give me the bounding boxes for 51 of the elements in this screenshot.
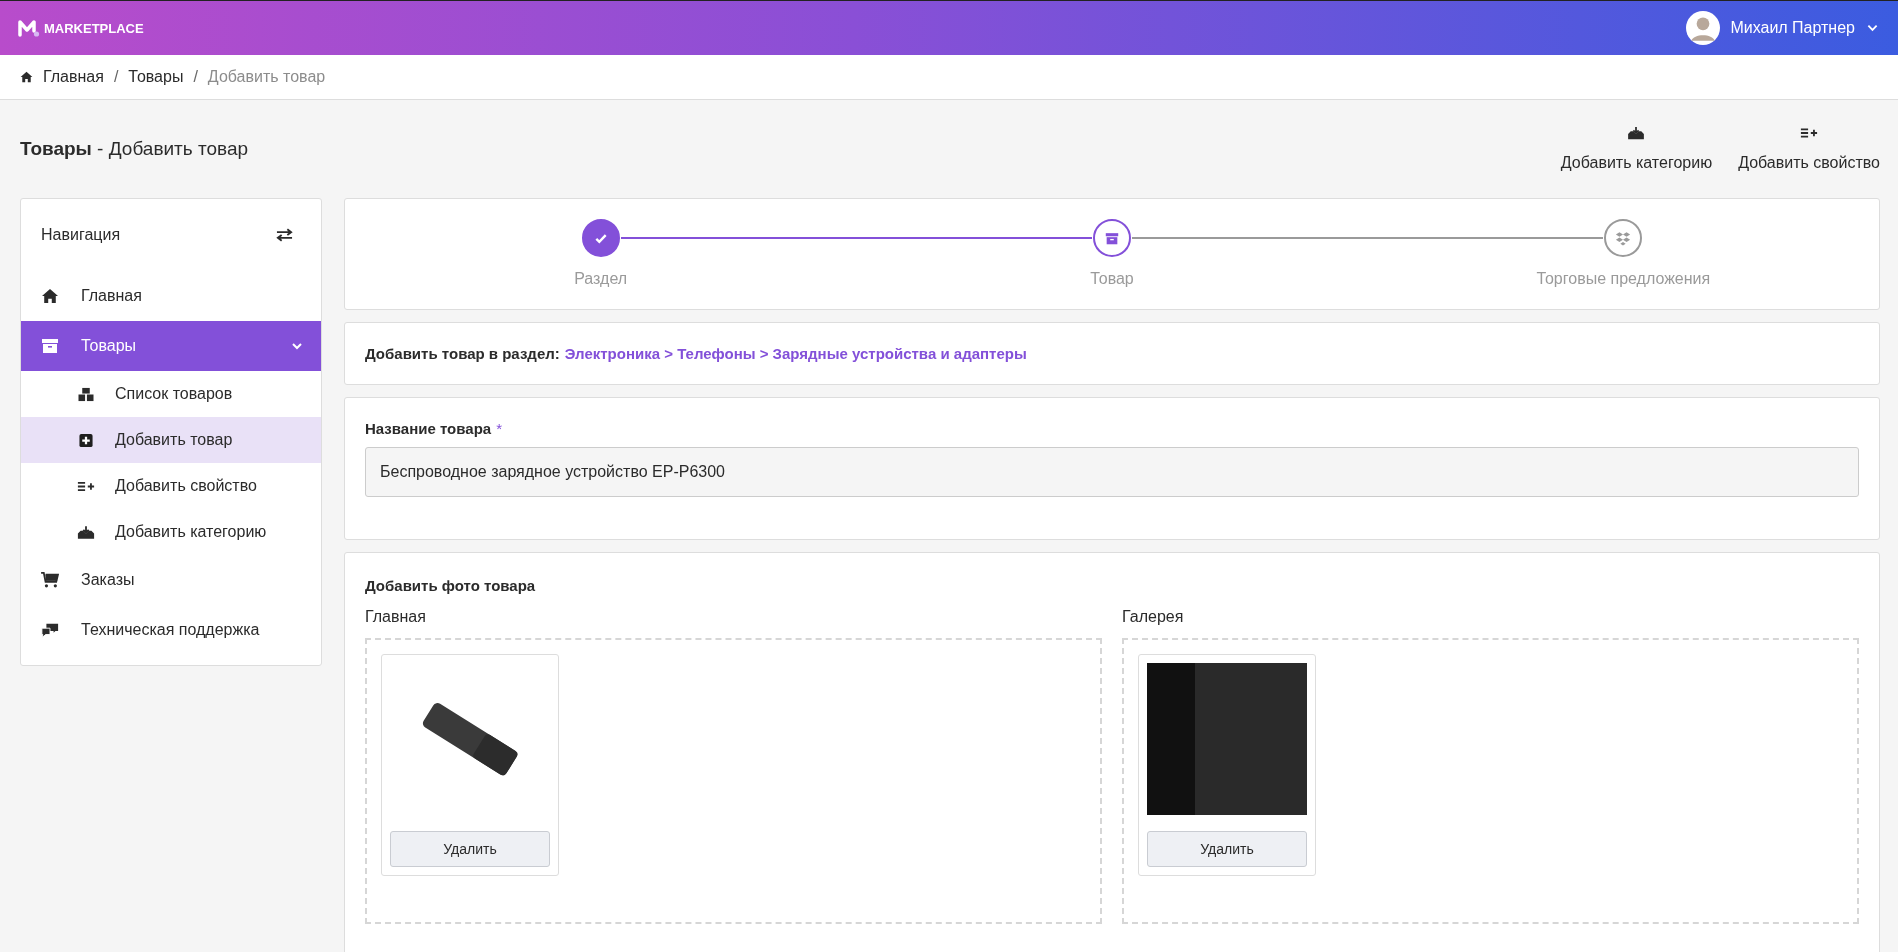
sidebar-subitem[interactable]: Список товаров [21, 371, 321, 417]
sidebar-title: Навигация [41, 226, 121, 244]
page-title: Товары - Добавить товар [20, 138, 249, 160]
breadcrumb-link[interactable]: Главная [43, 68, 104, 86]
step-label: Раздел [574, 270, 628, 288]
delete-button[interactable]: Удалить [390, 831, 550, 867]
sidebar-item[interactable]: Заказы [21, 555, 321, 605]
toolbar-action[interactable]: Добавить свойство [1738, 126, 1880, 172]
section-label: Добавить товар в раздел: [365, 345, 560, 362]
chat-bubbles-icon [41, 622, 59, 638]
logo-icon [18, 19, 40, 37]
list-plus-icon [1800, 126, 1819, 140]
product-name-field[interactable]: Беспроводное зарядное устройство EP-P6300 [365, 447, 1859, 497]
breadcrumb-link[interactable]: Товары [128, 68, 184, 86]
sidebar-item[interactable]: Главная [21, 271, 321, 321]
archive-box-icon [41, 338, 59, 354]
breadcrumb-separator: / [113, 68, 119, 86]
chevron-down-icon [291, 340, 303, 352]
user-menu[interactable]: Михаил Партнер [1686, 11, 1878, 45]
cart-icon [41, 572, 59, 588]
home-icon [20, 71, 33, 83]
diamonds-icon [1615, 230, 1632, 246]
photos-title: Добавить фото товара [365, 577, 537, 594]
boxes-icon [77, 386, 95, 402]
group-label: Галерея [1122, 608, 1185, 626]
sidebar-item[interactable]: Товары [21, 321, 321, 371]
delete-button[interactable]: Удалить [1147, 831, 1307, 867]
tray-download-icon [77, 524, 95, 540]
step-label: Товар [1090, 270, 1134, 288]
swap-arrows-icon[interactable] [276, 228, 293, 242]
group-label: Главная [365, 608, 427, 626]
chevron-down-icon [1867, 24, 1878, 32]
drop-zone[interactable]: Удалить [365, 638, 1102, 924]
sidebar-item[interactable]: Техническая поддержка [21, 605, 321, 655]
sidebar-subitem[interactable]: Добавить категорию [21, 509, 321, 555]
logo-text: MARKETPLACE [44, 20, 144, 36]
sidebar-subitem[interactable]: Добавить товар [21, 417, 321, 463]
avatar-icon [1686, 11, 1721, 45]
plus-square-icon [77, 432, 95, 448]
sidebar-subitem[interactable]: Добавить свойство [21, 463, 321, 509]
drop-zone[interactable]: Удалить [1122, 638, 1859, 924]
toolbar-action[interactable]: Добавить категорию [1560, 126, 1713, 172]
archive-box-icon [1104, 230, 1120, 246]
field-label: Название товара [365, 420, 492, 437]
section-path-link[interactable]: Электроника > Телефоны > Зарядные устройства и адаптеры [564, 345, 1027, 362]
required-mark: * [496, 420, 502, 437]
tray-download-icon [1627, 126, 1646, 140]
breadcrumb-separator: / [193, 68, 198, 86]
home-icon [41, 288, 59, 304]
step-label: Торговые предложения [1536, 270, 1711, 288]
breadcrumb-current-page: Добавить товар [207, 68, 326, 86]
